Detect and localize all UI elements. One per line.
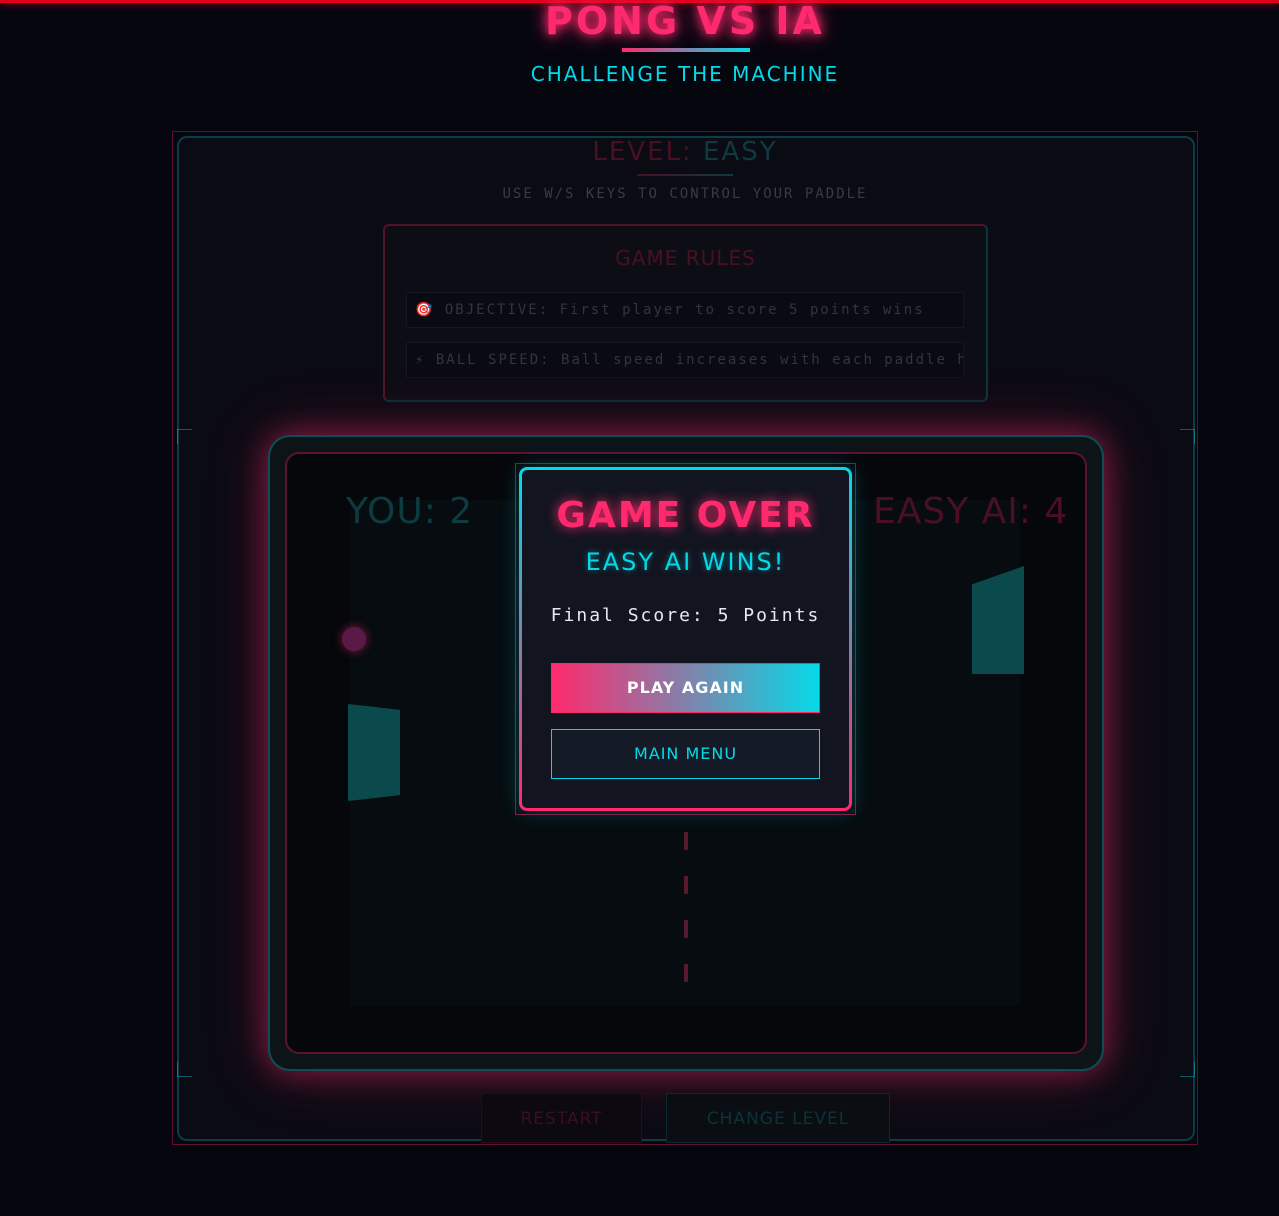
- play-again-button[interactable]: PLAY AGAIN: [551, 663, 820, 713]
- target-icon: 🎯: [415, 302, 435, 318]
- ai-score: EASY AI: 4: [873, 491, 1069, 532]
- rule-item-objective: 🎯 OBJECTIVE: First player to score 5 poi…: [406, 292, 964, 328]
- ai-paddle: [972, 566, 1024, 674]
- player-paddle: [348, 704, 400, 801]
- corner-marker-bottom-right: [1180, 1062, 1195, 1077]
- level-indicator: LEVEL: EASY: [0, 137, 1279, 167]
- level-value: EASY: [703, 137, 778, 167]
- page-title: PONG VS IA: [545, 0, 825, 43]
- title-underline: [622, 48, 750, 52]
- ball: [342, 627, 366, 651]
- net-dash: [684, 832, 688, 850]
- restart-button[interactable]: RESTART: [481, 1093, 642, 1143]
- corner-marker-top-left: [177, 429, 192, 444]
- final-score: Final Score: 5 Points: [550, 605, 821, 626]
- corner-marker-bottom-left: [177, 1062, 192, 1077]
- game-over-title: GAME OVER: [556, 495, 815, 536]
- main-menu-button[interactable]: MAIN MENU: [551, 729, 820, 779]
- rule-text: BALL SPEED: Ball speed increases with ea…: [435, 352, 964, 368]
- winner-text: EASY AI WINS!: [585, 548, 786, 576]
- corner-marker-top-right: [1180, 429, 1195, 444]
- net-dash: [684, 964, 688, 982]
- rule-text: OBJECTIVE: First player to score 5 point…: [444, 302, 925, 318]
- rules-title: GAME RULES: [615, 246, 756, 270]
- net-dash: [684, 876, 688, 894]
- page-subtitle: CHALLENGE THE MACHINE: [530, 62, 840, 86]
- player-score: YOU: 2: [346, 491, 474, 532]
- level-label: LEVEL:: [592, 137, 693, 167]
- change-level-button[interactable]: CHANGE LEVEL: [666, 1093, 890, 1143]
- controls-hint: USE W/S KEYS TO CONTROL YOUR PADDLE: [502, 186, 868, 202]
- level-underline: [637, 174, 733, 176]
- lightning-icon: ⚡: [415, 352, 426, 368]
- rule-item-ball-speed: ⚡ BALL SPEED: Ball speed increases with …: [406, 342, 964, 378]
- net-dash: [684, 920, 688, 938]
